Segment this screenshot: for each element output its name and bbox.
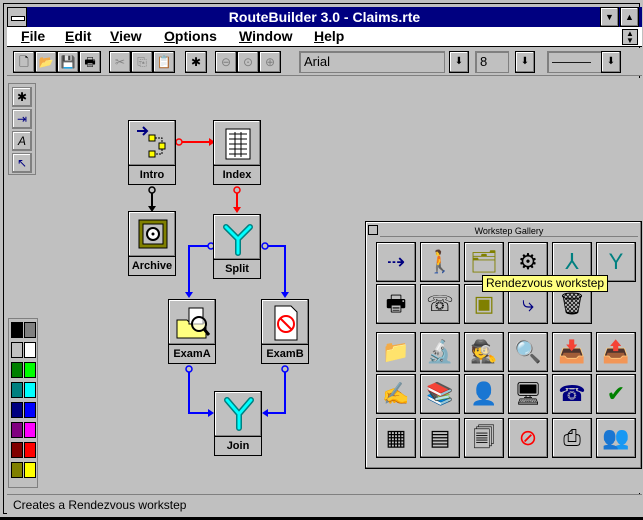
link-handle[interactable] (261, 242, 269, 250)
link-handle[interactable] (281, 365, 289, 373)
no-document-icon[interactable]: ⊘ (508, 418, 548, 458)
printer-icon[interactable]: 🖶 (376, 284, 416, 324)
inbox-icon[interactable]: 📥 (552, 332, 592, 372)
join-icon (214, 391, 262, 437)
link-split-examB[interactable] (263, 245, 286, 293)
computer-icon[interactable]: 🖥 (508, 374, 548, 414)
status-bar: Creates a Rendezvous workstep (7, 494, 642, 516)
people-icon[interactable]: 👥 (596, 418, 636, 458)
workstep-join[interactable]: Join (214, 391, 262, 457)
workstep-examB[interactable]: ExamB (261, 299, 309, 365)
tooltip: Rendezvous workstep (482, 275, 609, 292)
workstep-label: Split (213, 259, 261, 279)
link-handle[interactable] (233, 186, 241, 194)
workstep-gallery: Workstep Gallery ⇢ 🚶 🗂 ⚙ ⅄ Y 🖶 ☏ ▣ ⤷ 🗑 📁 🔬 🕵 🔍 📥 📤 ✍ 📚 👤 🖥 ☎ ✔… (365, 221, 642, 469)
split-icon (213, 214, 261, 260)
folder-icon[interactable]: 📁 (376, 332, 416, 372)
workstep-label: Archive (128, 256, 176, 276)
pages-icon[interactable]: ▤ (420, 418, 460, 458)
arrowhead-icon (281, 292, 289, 298)
arrowhead-icon (185, 292, 193, 298)
main-window: RouteBuilder 3.0 - Claims.rte ▼ ▲ File E… (0, 0, 643, 517)
workstep-examA[interactable]: ExamA (168, 299, 216, 365)
gallery-title: Workstep Gallery (380, 225, 638, 237)
document-hand-icon[interactable]: ✍ (376, 374, 416, 414)
workstep-label: ExamA (168, 344, 216, 364)
link-handle[interactable] (148, 186, 156, 194)
index-grid-icon[interactable]: ▦ (376, 418, 416, 458)
microscope-icon[interactable]: 🔬 (420, 332, 460, 372)
scattered-papers-icon[interactable]: 🗐 (464, 418, 504, 458)
no-document-icon (261, 299, 309, 345)
scanner-icon[interactable]: ⎙ (552, 418, 592, 458)
route-flow-icon[interactable]: ⇢ (376, 242, 416, 282)
route-flow-icon (128, 120, 176, 166)
workstep-label: Index (213, 165, 261, 185)
gallery-close-icon[interactable] (368, 225, 378, 235)
index-grid-icon (213, 120, 261, 166)
arrowhead-icon (233, 207, 241, 213)
folder-search-icon[interactable]: 🔍 (508, 332, 548, 372)
workstep-intro[interactable]: Intro (128, 120, 176, 186)
person-desk-icon[interactable]: 👤 (464, 374, 504, 414)
link-examB-join[interactable] (267, 367, 286, 414)
workstep-split[interactable]: Split (213, 214, 261, 280)
workstep-label: Intro (128, 165, 176, 185)
folder-search-icon (168, 299, 216, 345)
link-handle[interactable] (185, 365, 193, 373)
workstep-label: Join (214, 436, 262, 456)
link-examA-join[interactable] (188, 367, 209, 414)
detective-icon[interactable]: 🕵 (464, 332, 504, 372)
person-walking-icon[interactable]: 🚶 (420, 242, 460, 282)
workstep-index[interactable]: Index (213, 120, 261, 186)
link-split-examA[interactable] (188, 245, 213, 293)
outbox-icon[interactable]: 📤 (596, 332, 636, 372)
workstep-label: ExamB (261, 344, 309, 364)
workstep-archive[interactable]: Archive (128, 211, 176, 277)
fax-icon[interactable]: ☏ (420, 284, 460, 324)
books-icon[interactable]: 📚 (420, 374, 460, 414)
telephone-icon[interactable]: ☎ (552, 374, 592, 414)
safe-icon (128, 211, 176, 257)
checkmark-x-icon[interactable]: ✔ (596, 374, 636, 414)
